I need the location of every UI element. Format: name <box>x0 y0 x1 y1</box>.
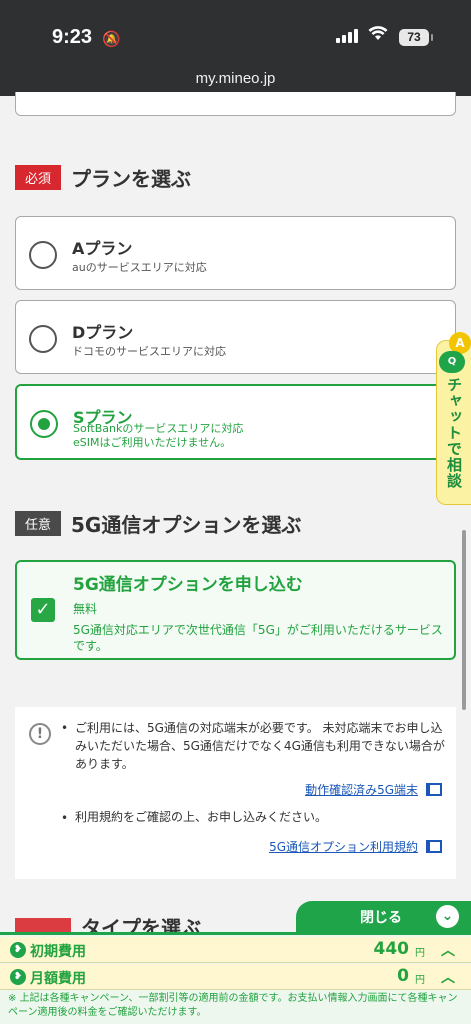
initial-fee-unit: 円 <box>415 948 425 959</box>
notice-box: ! • ご利用には、5G通信の対応端末が必要です。 未対応端末でお申し込みいただ… <box>15 707 456 879</box>
plan-esim-note: eSIMはご利用いただけません。 <box>73 436 232 449</box>
5g-devices-link-label[interactable]: 動作確認済み5G端末 <box>305 781 418 798</box>
fee-summary-panel: ❥ 初期費用 440 円 ︿ ❥ 月額費用 0 円 ︿ ※ 上記は各種キャンペー… <box>0 932 471 1024</box>
monthly-fee-unit: 円 <box>415 975 425 986</box>
close-label: 閉じる <box>360 910 402 926</box>
initial-fee-label: 初期費用 <box>30 944 86 960</box>
initial-fee-value: 440 <box>373 939 410 959</box>
plan-section-header: 必須 プランを選ぶ <box>15 163 191 192</box>
option-section-title: 5G通信オプションを選ぶ <box>71 513 302 537</box>
leaf-icon: ❥ <box>10 969 26 985</box>
5g-terms-link-label[interactable]: 5G通信オプション利用規約 <box>269 838 418 855</box>
chevron-down-icon: ⌄ <box>436 905 459 928</box>
monthly-fee-value: 0 <box>397 966 409 986</box>
plan-section-title: プランを選ぶ <box>71 167 192 191</box>
info-icon: ! <box>29 723 51 745</box>
close-panel-button[interactable]: 閉じる ⌄ <box>296 901 471 932</box>
chat-label: チャットで相談 <box>445 377 463 489</box>
plan-option-a[interactable]: Aプラン auのサービスエリアに対応 <box>15 216 456 290</box>
5g-devices-link[interactable]: 動作確認済み5G端末 <box>305 781 442 798</box>
plan-desc: auのサービスエリアに対応 <box>72 261 207 274</box>
chevron-up-icon[interactable]: ︿ <box>441 940 455 960</box>
scrollbar[interactable] <box>462 530 466 710</box>
plan-desc-line: SoftBankのサービスエリアに対応 <box>73 422 244 435</box>
5g-option-desc: 5G通信対応エリアで次世代通信「5G」がご利用いただけるサービスです。 <box>73 623 443 653</box>
silent-bell-icon: 🔕 <box>102 30 121 48</box>
address-bar-url[interactable]: my.mineo.jp <box>0 70 471 87</box>
plan-desc: ドコモのサービスエリアに対応 <box>72 345 226 358</box>
external-window-icon <box>426 840 442 853</box>
plan-desc: SoftBankのサービスエリアに対応 eSIMはご利用いただけません。 <box>73 422 243 450</box>
plan-s-radio[interactable] <box>30 410 58 438</box>
optional-tag: 任意 <box>15 511 62 536</box>
bullet: • <box>61 811 69 825</box>
required-tag: 必須 <box>15 165 62 190</box>
monthly-fee-label: 月額費用 <box>30 971 86 987</box>
notice-text-1: ご利用には、5G通信の対応端末が必要です。 未対応端末でお申し込みいただいた場合… <box>75 721 445 771</box>
plan-option-d[interactable]: Dプラン ドコモのサービスエリアに対応 <box>15 300 456 374</box>
leaf-icon: ❥ <box>10 942 26 958</box>
previous-card <box>15 92 456 116</box>
chevron-up-icon[interactable]: ︿ <box>441 967 455 987</box>
5g-option-card[interactable]: ✓ 5G通信オプションを申し込む 無料 5G通信対応エリアで次世代通信「5G」が… <box>15 560 456 660</box>
plan-name: Dプラン <box>72 323 134 342</box>
monthly-fee-row[interactable]: ❥ 月額費用 0 円 ︿ <box>0 964 471 990</box>
bullet: • <box>61 721 69 735</box>
5g-terms-link[interactable]: 5G通信オプション利用規約 <box>269 838 442 855</box>
5g-option-fee: 無料 <box>73 602 98 616</box>
status-bar: 9:23 🔕 73 my.mineo.jp <box>0 0 471 96</box>
plan-option-s[interactable]: Sプラン SoftBankのサービスエリアに対応 eSIMはご利用いただけません… <box>15 384 456 460</box>
option-section-header: 任意 5G通信オプションを選ぶ <box>15 509 301 538</box>
external-window-icon <box>426 783 442 796</box>
fee-footnote: ※ 上記は各種キャンペーン、一部割引等の適用前の金額です。お支払い情報入力画面に… <box>8 993 458 1018</box>
plan-d-radio[interactable] <box>29 325 57 353</box>
initial-fee-row[interactable]: ❥ 初期費用 440 円 ︿ <box>0 937 471 963</box>
plan-a-radio[interactable] <box>29 241 57 269</box>
status-time: 9:23 <box>52 26 93 48</box>
battery-icon: 73 <box>399 29 433 46</box>
chat-bubble-icon: Q <box>439 351 465 373</box>
5g-option-title: 5G通信オプションを申し込む <box>73 575 303 595</box>
plan-name: Aプラン <box>72 239 133 258</box>
cellular-signal-icon <box>336 29 358 43</box>
chat-consult-tab[interactable]: A Q チャットで相談 <box>436 332 471 505</box>
wifi-icon <box>368 25 388 46</box>
5g-option-checkbox[interactable]: ✓ <box>31 598 55 622</box>
notice-text-2: 利用規約をご確認の上、お申し込みください。 <box>75 810 328 824</box>
